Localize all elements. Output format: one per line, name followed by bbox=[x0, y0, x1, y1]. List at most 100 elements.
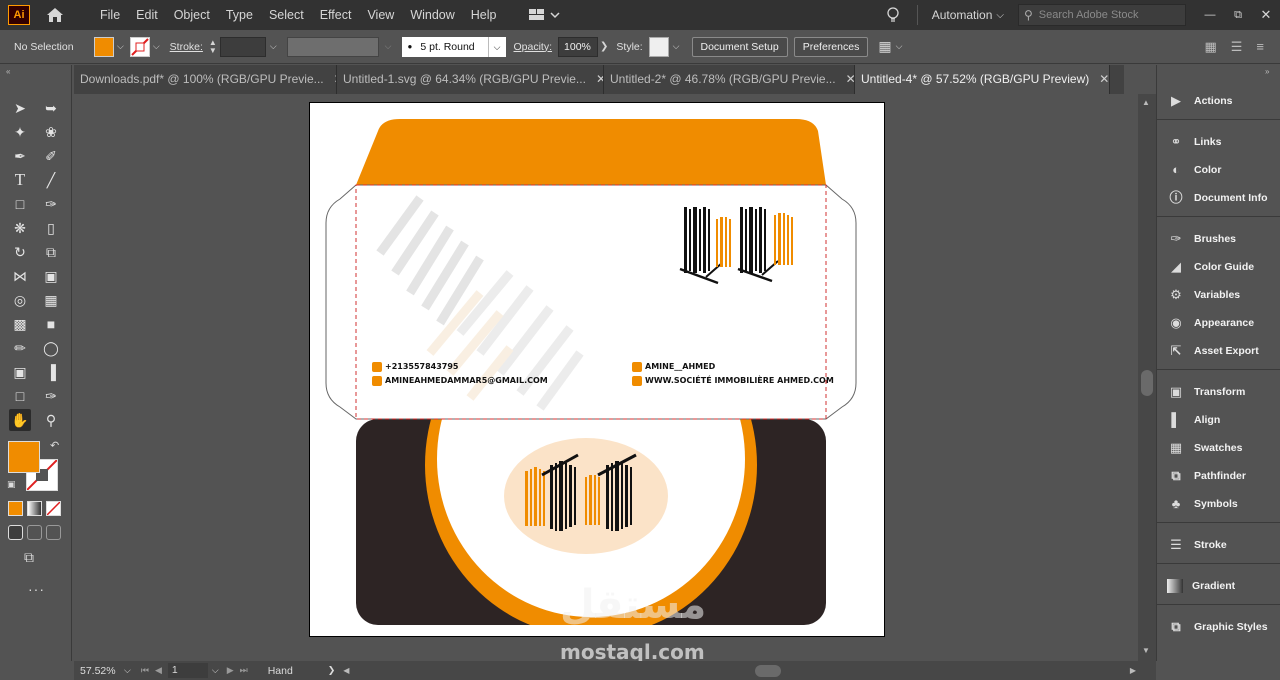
variable-width-profile[interactable] bbox=[286, 36, 379, 57]
search-adobe-stock[interactable]: ⚲ Search Adobe Stock bbox=[1018, 4, 1186, 26]
panel-menu-icon[interactable]: ≡ bbox=[1256, 39, 1264, 54]
perspective-grid-tool-icon[interactable]: ▦ bbox=[40, 289, 62, 311]
scroll-down-arrow[interactable]: ▼ bbox=[1142, 646, 1150, 655]
swap-colors-icon[interactable]: ↶ bbox=[50, 439, 59, 452]
panel-color-guide[interactable]: ◢ Color Guide bbox=[1167, 256, 1277, 278]
next-artboard-icon[interactable]: ▶ bbox=[227, 665, 234, 676]
direct-selection-tool-icon[interactable]: ➥ bbox=[40, 97, 62, 119]
selection-tool-icon[interactable]: ➤ bbox=[9, 97, 31, 119]
arrange-dropdown-icon[interactable]: ⌵ bbox=[896, 41, 903, 52]
menu-file[interactable]: File bbox=[92, 0, 128, 30]
align-icon[interactable]: ☰ bbox=[1231, 39, 1243, 55]
brush-dropdown[interactable]: ⌵ bbox=[487, 36, 506, 57]
search-input[interactable]: Search Adobe Stock bbox=[1039, 9, 1139, 21]
gradient-tool-icon[interactable]: ■ bbox=[40, 313, 62, 335]
fill-color-box-front[interactable] bbox=[8, 441, 40, 473]
paintbrush-tool-icon[interactable]: ✑ bbox=[40, 193, 62, 215]
previous-artboard-icon[interactable]: ◀ bbox=[155, 665, 162, 676]
menu-type[interactable]: Type bbox=[218, 0, 261, 30]
screen-mode-icon[interactable]: ⧉ bbox=[24, 549, 34, 566]
scale-tool-icon[interactable]: ⧉ bbox=[40, 241, 62, 263]
type-tool-icon[interactable]: T bbox=[9, 169, 31, 191]
panel-align[interactable]: ▌ Align bbox=[1167, 409, 1277, 431]
first-artboard-icon[interactable]: ⏮ bbox=[141, 665, 149, 676]
panel-asset-export[interactable]: ⇱ Asset Export bbox=[1167, 340, 1277, 362]
draw-behind-icon[interactable] bbox=[27, 525, 42, 540]
zoom-dropdown-icon[interactable]: ⌵ bbox=[124, 665, 131, 676]
arrange-icon[interactable]: ▦ bbox=[878, 38, 891, 55]
panel-document-info[interactable]: ⓘ Document Info bbox=[1167, 187, 1277, 209]
pen-tool-icon[interactable]: ✒ bbox=[9, 145, 31, 167]
panel-gradient[interactable]: Gradient bbox=[1167, 575, 1277, 597]
stroke-weight-stepper[interactable]: ▲ ▼ bbox=[209, 38, 217, 55]
home-icon[interactable] bbox=[44, 5, 66, 25]
panel-swatches[interactable]: ▦ Swatches bbox=[1167, 437, 1277, 459]
menu-edit[interactable]: Edit bbox=[128, 0, 166, 30]
menu-view[interactable]: View bbox=[359, 0, 402, 30]
scroll-up-arrow[interactable]: ▲ bbox=[1142, 98, 1150, 107]
stroke-weight-dropdown-icon[interactable]: ⌵ bbox=[270, 41, 277, 52]
canvas[interactable]: +213557843795 AMINEAHMEDAMMAR5@GMAIL.COM… bbox=[74, 94, 1138, 661]
panel-appearance[interactable]: ◉ Appearance bbox=[1167, 312, 1277, 334]
vertical-scrollbar[interactable]: ▲ ▼ bbox=[1138, 94, 1156, 661]
slice-tool-icon[interactable]: ✑ bbox=[40, 385, 62, 407]
fill-swatch[interactable] bbox=[94, 36, 114, 57]
eraser-tool-icon[interactable]: ▯ bbox=[40, 217, 62, 239]
dock-collapse-icon[interactable]: » bbox=[1265, 67, 1269, 76]
close-button[interactable]: ✕ bbox=[1252, 7, 1280, 23]
tab-untitled-4[interactable]: Untitled-4* @ 57.52% (RGB/GPU Preview) ✕ bbox=[855, 65, 1110, 94]
rotate-tool-icon[interactable]: ↻ bbox=[9, 241, 31, 263]
symbol-sprayer-tool-icon[interactable]: ▣ bbox=[9, 361, 31, 383]
eyedropper-tool-icon[interactable]: ✏ bbox=[9, 337, 31, 359]
artboard-dropdown-icon[interactable]: ⌵ bbox=[212, 665, 219, 676]
close-icon[interactable]: ✕ bbox=[596, 65, 603, 94]
gradient-mode-icon[interactable] bbox=[27, 501, 42, 516]
close-icon[interactable]: ✕ bbox=[846, 65, 854, 94]
draw-inside-icon[interactable] bbox=[46, 525, 61, 540]
opacity-field[interactable]: 100% bbox=[558, 36, 599, 57]
stroke-weight-field[interactable] bbox=[219, 36, 266, 57]
shape-builder-tool-icon[interactable]: ◎ bbox=[9, 289, 31, 311]
lightbulb-icon[interactable] bbox=[883, 5, 903, 25]
tab-downloads-pdf[interactable]: Downloads.pdf* @ 100% (RGB/GPU Previe...… bbox=[74, 65, 337, 94]
tab-untitled-1[interactable]: Untitled-1.svg @ 64.34% (RGB/GPU Previe.… bbox=[337, 65, 604, 94]
menu-effect[interactable]: Effect bbox=[312, 0, 360, 30]
graphic-style-swatch[interactable] bbox=[648, 36, 669, 57]
status-arrow-icon[interactable]: ❯ bbox=[328, 665, 336, 676]
hand-tool-icon[interactable]: ✋ bbox=[9, 409, 31, 431]
panel-color[interactable]: ◐ Color bbox=[1167, 159, 1277, 181]
lasso-tool-icon[interactable]: ❀ bbox=[40, 121, 62, 143]
default-colors-icon[interactable]: ▣ bbox=[7, 479, 16, 490]
width-tool-icon[interactable]: ⋈ bbox=[9, 265, 31, 287]
line-tool-icon[interactable]: ╱ bbox=[40, 169, 62, 191]
profile-dropdown-icon[interactable]: ⌵ bbox=[385, 41, 392, 52]
menu-select[interactable]: Select bbox=[261, 0, 312, 30]
horizontal-scrollbar[interactable] bbox=[355, 664, 1123, 677]
rectangle-tool-icon[interactable]: □ bbox=[9, 193, 31, 215]
blend-tool-icon[interactable]: ◯ bbox=[40, 337, 62, 359]
artboard-number-field[interactable]: 1 bbox=[167, 663, 208, 678]
none-mode-icon[interactable] bbox=[46, 501, 61, 516]
restore-button[interactable]: ⧉ bbox=[1224, 9, 1252, 22]
panel-brushes[interactable]: ✑ Brushes bbox=[1167, 228, 1277, 250]
draw-normal-icon[interactable] bbox=[8, 525, 23, 540]
column-graph-tool-icon[interactable]: ▐ bbox=[40, 361, 62, 383]
curvature-tool-icon[interactable]: ✐ bbox=[40, 145, 62, 167]
last-artboard-icon[interactable]: ⏭ bbox=[240, 665, 248, 676]
chevron-down-icon[interactable]: ⌵ bbox=[996, 10, 1004, 21]
color-mode-icon[interactable] bbox=[8, 501, 23, 516]
scroll-thumb[interactable] bbox=[1141, 370, 1153, 396]
brush-definition[interactable]: ● 5 pt. Round bbox=[401, 36, 488, 57]
h-scroll-left-icon[interactable]: ◀ bbox=[343, 666, 349, 675]
more-tools-icon[interactable]: ··· bbox=[28, 581, 45, 597]
close-icon[interactable]: ✕ bbox=[1099, 65, 1109, 94]
zoom-field[interactable]: 57.52% bbox=[80, 665, 124, 677]
shaper-tool-icon[interactable]: ❋ bbox=[9, 217, 31, 239]
free-transform-tool-icon[interactable]: ▣ bbox=[40, 265, 62, 287]
panel-variables[interactable]: ⚙ Variables bbox=[1167, 284, 1277, 306]
h-scroll-right-icon[interactable]: ▶ bbox=[1130, 666, 1136, 675]
panel-symbols[interactable]: ♣ Symbols bbox=[1167, 493, 1277, 515]
panel-links[interactable]: ⚭ Links bbox=[1167, 131, 1277, 153]
style-dropdown-icon[interactable]: ⌵ bbox=[673, 41, 680, 52]
mesh-tool-icon[interactable]: ▩ bbox=[9, 313, 31, 335]
